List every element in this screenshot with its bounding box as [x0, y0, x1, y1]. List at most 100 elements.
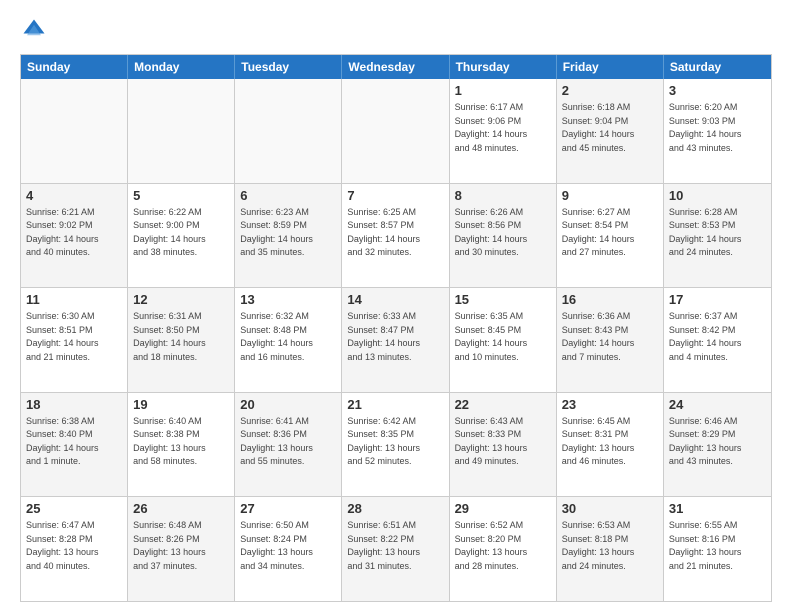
day-cell-26: 26 Sunrise: 6:48 AMSunset: 8:26 PMDayligh… [128, 497, 235, 601]
day-info: Sunrise: 6:53 AMSunset: 8:18 PMDaylight:… [562, 519, 658, 573]
calendar-header: SundayMondayTuesdayWednesdayThursdayFrid… [21, 55, 771, 79]
day-number: 10 [669, 188, 766, 203]
day-number: 20 [240, 397, 336, 412]
day-number: 8 [455, 188, 551, 203]
day-number: 5 [133, 188, 229, 203]
header [20, 16, 772, 44]
day-info: Sunrise: 6:32 AMSunset: 8:48 PMDaylight:… [240, 310, 336, 364]
day-info: Sunrise: 6:42 AMSunset: 8:35 PMDaylight:… [347, 415, 443, 469]
day-cell-31: 31 Sunrise: 6:55 AMSunset: 8:16 PMDayligh… [664, 497, 771, 601]
day-cell-1: 1 Sunrise: 6:17 AMSunset: 9:06 PMDaylight… [450, 79, 557, 183]
day-number: 14 [347, 292, 443, 307]
week-row-3: 11 Sunrise: 6:30 AMSunset: 8:51 PMDayligh… [21, 287, 771, 392]
day-cell-23: 23Sunrise: 6:45 AMSunset: 8:31 PMDayligh… [557, 393, 664, 497]
day-cell-29: 29Sunrise: 6:52 AMSunset: 8:20 PMDayligh… [450, 497, 557, 601]
week-row-4: 18 Sunrise: 6:38 AMSunset: 8:40 PMDayligh… [21, 392, 771, 497]
day-number: 6 [240, 188, 336, 203]
day-cell-7: 7Sunrise: 6:25 AMSunset: 8:57 PMDaylight… [342, 184, 449, 288]
day-info: Sunrise: 6:28 AMSunset: 8:53 PMDaylight:… [669, 206, 766, 260]
header-day-saturday: Saturday [664, 55, 771, 79]
day-number: 21 [347, 397, 443, 412]
calendar: SundayMondayTuesdayWednesdayThursdayFrid… [20, 54, 772, 602]
day-info: Sunrise: 6:46 AMSunset: 8:29 PMDaylight:… [669, 415, 766, 469]
day-cell-21: 21 Sunrise: 6:42 AMSunset: 8:35 PMDayligh… [342, 393, 449, 497]
day-cell-30: 30 Sunrise: 6:53 AMSunset: 8:18 PMDayligh… [557, 497, 664, 601]
day-info: Sunrise: 6:41 AMSunset: 8:36 PMDaylight:… [240, 415, 336, 469]
day-info: Sunrise: 6:17 AMSunset: 9:06 PMDaylight:… [455, 101, 551, 155]
day-cell-27: 27 Sunrise: 6:50 AMSunset: 8:24 PMDayligh… [235, 497, 342, 601]
day-info: Sunrise: 6:20 AMSunset: 9:03 PMDaylight:… [669, 101, 766, 155]
day-number: 12 [133, 292, 229, 307]
day-cell-24: 24 Sunrise: 6:46 AMSunset: 8:29 PMDayligh… [664, 393, 771, 497]
day-info: Sunrise: 6:35 AMSunset: 8:45 PMDaylight:… [455, 310, 551, 364]
day-number: 31 [669, 501, 766, 516]
day-cell-6: 6 Sunrise: 6:23 AMSunset: 8:59 PMDaylight… [235, 184, 342, 288]
day-number: 16 [562, 292, 658, 307]
day-cell-3: 3 Sunrise: 6:20 AMSunset: 9:03 PMDaylight… [664, 79, 771, 183]
day-number: 28 [347, 501, 443, 516]
day-number: 23 [562, 397, 658, 412]
day-cell-22: 22Sunrise: 6:43 AMSunset: 8:33 PMDayligh… [450, 393, 557, 497]
day-cell-10: 10 Sunrise: 6:28 AMSunset: 8:53 PMDayligh… [664, 184, 771, 288]
day-info: Sunrise: 6:48 AMSunset: 8:26 PMDaylight:… [133, 519, 229, 573]
day-number: 29 [455, 501, 551, 516]
header-day-tuesday: Tuesday [235, 55, 342, 79]
day-number: 27 [240, 501, 336, 516]
day-number: 19 [133, 397, 229, 412]
day-cell-15: 15 Sunrise: 6:35 AMSunset: 8:45 PMDayligh… [450, 288, 557, 392]
day-number: 3 [669, 83, 766, 98]
header-day-friday: Friday [557, 55, 664, 79]
day-number: 26 [133, 501, 229, 516]
day-number: 25 [26, 501, 122, 516]
day-info: Sunrise: 6:31 AMSunset: 8:50 PMDaylight:… [133, 310, 229, 364]
day-number: 15 [455, 292, 551, 307]
day-info: Sunrise: 6:23 AMSunset: 8:59 PMDaylight:… [240, 206, 336, 260]
day-info: Sunrise: 6:18 AMSunset: 9:04 PMDaylight:… [562, 101, 658, 155]
day-number: 4 [26, 188, 122, 203]
day-info: Sunrise: 6:26 AMSunset: 8:56 PMDaylight:… [455, 206, 551, 260]
day-info: Sunrise: 6:55 AMSunset: 8:16 PMDaylight:… [669, 519, 766, 573]
day-info: Sunrise: 6:22 AMSunset: 9:00 PMDaylight:… [133, 206, 229, 260]
day-info: Sunrise: 6:51 AMSunset: 8:22 PMDaylight:… [347, 519, 443, 573]
day-cell-9: 9 Sunrise: 6:27 AMSunset: 8:54 PMDaylight… [557, 184, 664, 288]
day-cell-20: 20 Sunrise: 6:41 AMSunset: 8:36 PMDayligh… [235, 393, 342, 497]
day-cell-16: 16 Sunrise: 6:36 AMSunset: 8:43 PMDayligh… [557, 288, 664, 392]
day-number: 17 [669, 292, 766, 307]
day-info: Sunrise: 6:50 AMSunset: 8:24 PMDaylight:… [240, 519, 336, 573]
day-number: 22 [455, 397, 551, 412]
day-number: 24 [669, 397, 766, 412]
week-row-5: 25Sunrise: 6:47 AMSunset: 8:28 PMDayligh… [21, 496, 771, 601]
day-cell-14: 14 Sunrise: 6:33 AMSunset: 8:47 PMDayligh… [342, 288, 449, 392]
day-info: Sunrise: 6:38 AMSunset: 8:40 PMDaylight:… [26, 415, 122, 469]
day-info: Sunrise: 6:21 AMSunset: 9:02 PMDaylight:… [26, 206, 122, 260]
day-cell-18: 18 Sunrise: 6:38 AMSunset: 8:40 PMDayligh… [21, 393, 128, 497]
empty-cell-0-0 [21, 79, 128, 183]
day-cell-17: 17 Sunrise: 6:37 AMSunset: 8:42 PMDayligh… [664, 288, 771, 392]
day-number: 7 [347, 188, 443, 203]
week-row-1: 1 Sunrise: 6:17 AMSunset: 9:06 PMDaylight… [21, 79, 771, 183]
logo-icon [20, 16, 48, 44]
header-day-thursday: Thursday [450, 55, 557, 79]
day-number: 18 [26, 397, 122, 412]
day-info: Sunrise: 6:33 AMSunset: 8:47 PMDaylight:… [347, 310, 443, 364]
logo [20, 16, 52, 44]
day-cell-25: 25Sunrise: 6:47 AMSunset: 8:28 PMDayligh… [21, 497, 128, 601]
day-info: Sunrise: 6:30 AMSunset: 8:51 PMDaylight:… [26, 310, 122, 364]
day-number: 11 [26, 292, 122, 307]
day-number: 2 [562, 83, 658, 98]
day-number: 9 [562, 188, 658, 203]
day-number: 1 [455, 83, 551, 98]
empty-cell-0-3 [342, 79, 449, 183]
day-cell-8: 8 Sunrise: 6:26 AMSunset: 8:56 PMDaylight… [450, 184, 557, 288]
day-cell-2: 2 Sunrise: 6:18 AMSunset: 9:04 PMDaylight… [557, 79, 664, 183]
week-row-2: 4 Sunrise: 6:21 AMSunset: 9:02 PMDaylight… [21, 183, 771, 288]
empty-cell-0-1 [128, 79, 235, 183]
day-info: Sunrise: 6:37 AMSunset: 8:42 PMDaylight:… [669, 310, 766, 364]
header-day-monday: Monday [128, 55, 235, 79]
day-number: 30 [562, 501, 658, 516]
day-info: Sunrise: 6:27 AMSunset: 8:54 PMDaylight:… [562, 206, 658, 260]
day-cell-13: 13Sunrise: 6:32 AMSunset: 8:48 PMDayligh… [235, 288, 342, 392]
day-cell-11: 11 Sunrise: 6:30 AMSunset: 8:51 PMDayligh… [21, 288, 128, 392]
day-info: Sunrise: 6:36 AMSunset: 8:43 PMDaylight:… [562, 310, 658, 364]
day-cell-12: 12 Sunrise: 6:31 AMSunset: 8:50 PMDayligh… [128, 288, 235, 392]
